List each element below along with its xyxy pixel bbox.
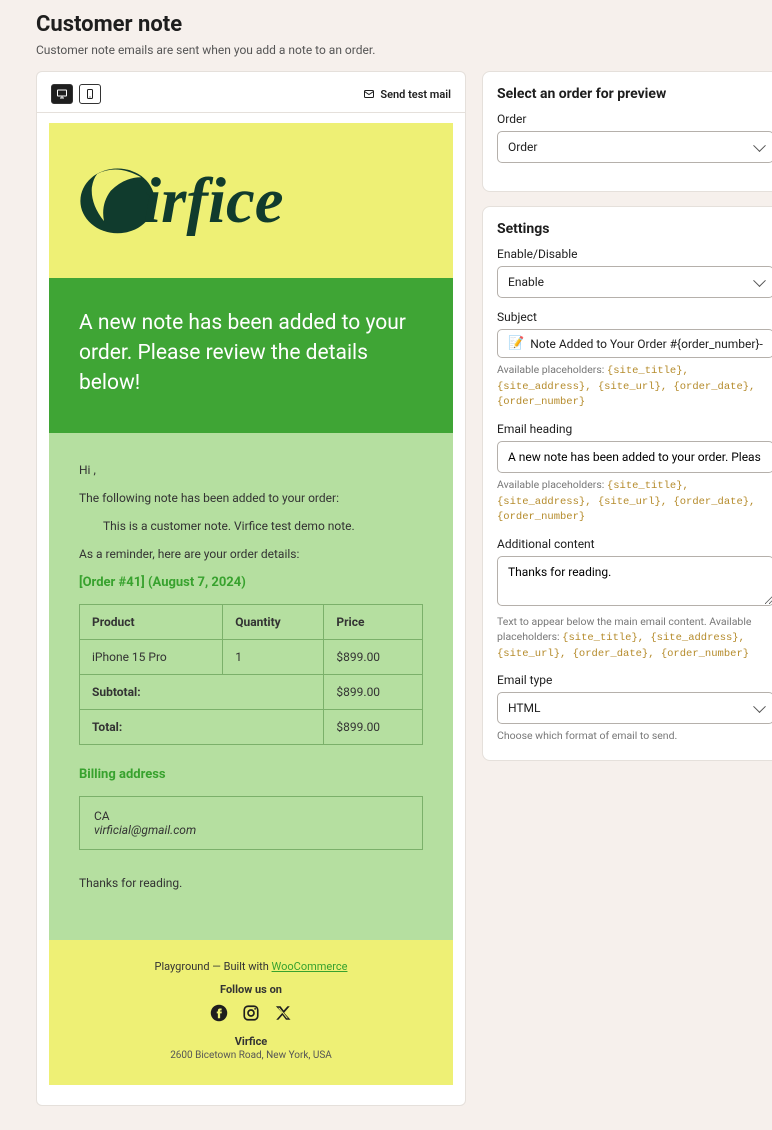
subtotal-label: Subtotal: (80, 674, 324, 709)
billing-line2: virficial@gmail.com (94, 823, 408, 837)
table-total-row: Total: $899.00 (80, 709, 423, 744)
cell-product: iPhone 15 Pro (80, 639, 223, 674)
memo-emoji-icon: 📝 (508, 336, 524, 351)
page-description: Customer note emails are sent when you a… (36, 43, 736, 57)
settings-heading: Settings (497, 221, 772, 237)
billing-heading: Billing address (79, 767, 423, 782)
send-test-mail-button[interactable]: Send test mail (363, 88, 451, 101)
email-type-select[interactable]: HTML (497, 692, 772, 724)
email-intro: The following note has been added to you… (79, 491, 423, 505)
email-type-hint: Choose which format of email to send. (497, 729, 772, 744)
svg-text:irfice: irfice (143, 165, 283, 237)
email-footer: Playground — Built with WooCommerce Foll… (49, 940, 453, 1085)
email-preview: irfice A new note has been added to your… (49, 123, 453, 1085)
order-select[interactable]: Order (497, 131, 772, 163)
subject-input[interactable]: 📝 Note Added to Your Order #{order_numbe… (497, 329, 772, 358)
facebook-icon[interactable] (210, 1004, 228, 1027)
email-order-ref: [Order #41] (August 7, 2024) (79, 575, 423, 590)
email-preview-panel: Send test mail irfice A new note has bee… (36, 71, 466, 1106)
enable-label: Enable/Disable (497, 247, 772, 261)
col-product: Product (80, 604, 223, 639)
email-heading-input[interactable] (497, 441, 772, 473)
enable-select[interactable]: Enable (497, 266, 772, 298)
cell-price: $899.00 (324, 639, 423, 674)
footer-brand: Virfice (59, 1035, 443, 1048)
additional-content-label: Additional content (497, 537, 772, 551)
subject-label: Subject (497, 310, 772, 324)
cell-quantity: 1 (223, 639, 324, 674)
additional-hint: Text to appear below the main email cont… (497, 615, 772, 661)
billing-box: CA virficial@gmail.com (79, 796, 423, 850)
email-logo: irfice (49, 123, 453, 278)
send-test-mail-label: Send test mail (380, 88, 451, 101)
heading-hint: Available placeholders: {site_title}, {s… (497, 478, 772, 525)
page-title: Customer note (36, 12, 736, 37)
x-twitter-icon[interactable] (274, 1004, 292, 1027)
instagram-icon[interactable] (242, 1004, 260, 1027)
email-closing: Thanks for reading. (79, 876, 423, 890)
additional-content-textarea[interactable] (497, 556, 772, 606)
settings-card: Settings Enable/Disable Enable Subject 📝… (482, 206, 772, 761)
footer-address: 2600 Bicetown Road, New York, USA (59, 1050, 443, 1061)
woocommerce-link[interactable]: WooCommerce (272, 960, 348, 973)
email-reminder: As a reminder, here are your order detai… (79, 547, 423, 561)
order-preview-card: Select an order for preview Order Order (482, 71, 772, 192)
follow-us-label: Follow us on (59, 983, 443, 996)
table-row: iPhone 15 Pro 1 $899.00 (80, 639, 423, 674)
billing-line1: CA (94, 809, 408, 823)
table-header-row: Product Quantity Price (80, 604, 423, 639)
email-note: This is a customer note. Virfice test de… (79, 519, 423, 533)
desktop-view-toggle[interactable] (51, 84, 73, 104)
col-price: Price (324, 604, 423, 639)
playground-text: Playground — Built with (155, 960, 272, 973)
total-value: $899.00 (324, 709, 423, 744)
table-subtotal-row: Subtotal: $899.00 (80, 674, 423, 709)
email-greeting: Hi , (79, 463, 423, 477)
col-quantity: Quantity (223, 604, 324, 639)
subject-hint: Available placeholders: {site_title}, {s… (497, 363, 772, 410)
subtotal-value: $899.00 (324, 674, 423, 709)
email-hero-text: A new note has been added to your order.… (49, 278, 453, 433)
email-heading-label: Email heading (497, 422, 772, 436)
toolbar-divider (37, 112, 465, 113)
order-label: Order (497, 112, 772, 126)
total-label: Total: (80, 709, 324, 744)
mobile-view-toggle[interactable] (79, 84, 101, 104)
order-table: Product Quantity Price iPhone 15 Pro 1 $… (79, 604, 423, 745)
subject-value: Note Added to Your Order #{order_number}… (530, 337, 763, 351)
order-preview-heading: Select an order for preview (497, 86, 772, 102)
email-type-label: Email type (497, 673, 772, 687)
